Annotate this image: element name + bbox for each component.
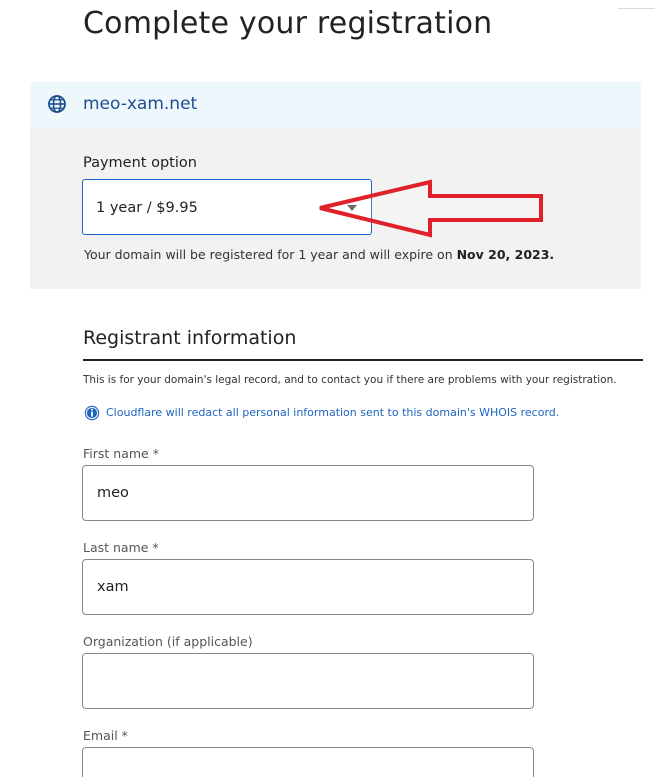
info-icon — [84, 405, 100, 421]
first-name-value: meo — [97, 485, 129, 501]
email-label: Email * — [83, 728, 128, 743]
section-divider — [83, 359, 643, 361]
payment-option-value: 1 year / $9.95 — [96, 200, 198, 216]
expiry-date: Nov 20, 2023. — [456, 247, 555, 262]
expiry-note-text: Your domain will be registered for 1 yea… — [84, 247, 457, 262]
registrant-section-title: Registrant information — [83, 327, 297, 349]
first-name-label: First name * — [83, 446, 159, 461]
first-name-field[interactable]: meo — [82, 465, 534, 521]
expiry-note: Your domain will be registered for 1 yea… — [84, 247, 554, 262]
domain-name: meo-xam.net — [83, 94, 198, 114]
email-field[interactable] — [82, 747, 534, 777]
top-divider — [618, 8, 655, 9]
payment-option-label: Payment option — [83, 155, 197, 171]
last-name-label: Last name * — [83, 540, 159, 555]
registrant-description: This is for your domain's legal record, … — [83, 374, 617, 386]
last-name-field[interactable]: xam — [82, 559, 534, 615]
organization-label: Organization (if applicable) — [83, 634, 253, 649]
last-name-value: xam — [97, 579, 129, 595]
annotation-arrow-icon — [319, 179, 543, 238]
registration-page: Complete your registration meo-xam.net P… — [0, 0, 655, 777]
organization-field[interactable] — [82, 653, 534, 709]
whois-redact-note: Cloudflare will redact all personal info… — [106, 406, 560, 419]
globe-icon — [48, 95, 66, 113]
page-title: Complete your registration — [83, 6, 493, 41]
